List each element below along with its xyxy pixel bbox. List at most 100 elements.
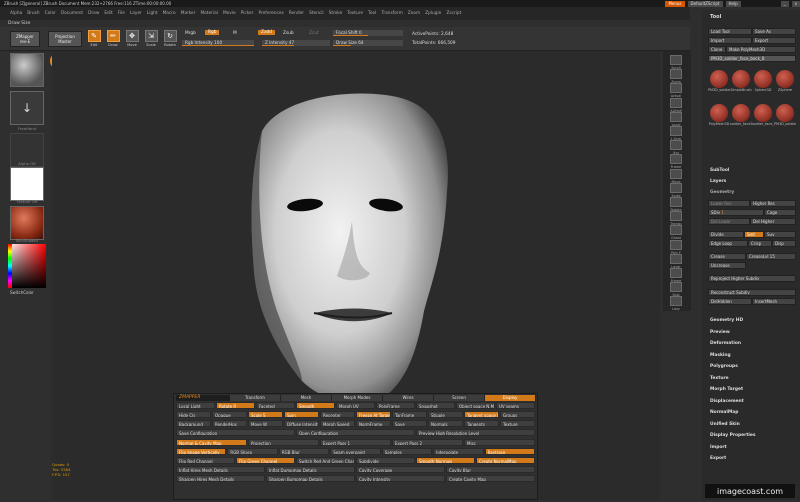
menu-material[interactable]: Material	[200, 11, 217, 16]
tool-thumb[interactable]: ZSphere	[774, 70, 796, 92]
zmapper-row7-item[interactable]: Inflat Hires Mesh Details	[176, 466, 265, 473]
zmapper-row5-item[interactable]: Flip Image Vertically	[176, 448, 227, 455]
zmapper-row1-item[interactable]: Morph UV	[336, 402, 375, 409]
zmapper-row1-item[interactable]: Object space N.Map	[456, 402, 495, 409]
menu-preferences[interactable]: Preferences	[258, 11, 283, 16]
tool-section-preview[interactable]: Preview	[710, 330, 730, 335]
menu-picker[interactable]: Picker	[241, 11, 254, 16]
tool-thumb[interactable]: PolyMesh3D	[708, 104, 730, 126]
menu-macro[interactable]: Macro	[163, 11, 176, 16]
zmapper-row3-item[interactable]: Texture	[500, 420, 535, 427]
rgb-intensity-slider[interactable]: Rgb Intensity 100	[182, 40, 254, 46]
rgb-button[interactable]: Rgb	[205, 30, 220, 35]
tool-thumb[interactable]: PM3D_soldier_fac	[708, 70, 730, 92]
tool-thumb[interactable]: Sphere3D	[752, 70, 774, 92]
tool-section-morph-target[interactable]: Morph Target	[710, 387, 743, 392]
zmapper-tab[interactable]: Transform	[230, 395, 281, 401]
zmapper-row3-item[interactable]: Diffuse Intensity	[284, 420, 319, 427]
zadd-button[interactable]: Zadd	[258, 30, 276, 35]
divide-button[interactable]: Divide	[708, 231, 744, 238]
zmapper-row2-item[interactable]: Hide Cls	[176, 411, 211, 418]
menus-button[interactable]: Menus	[665, 0, 685, 7]
zmapper-row1-item[interactable]: Smooth	[296, 402, 335, 409]
zmapper-row3-item[interactable]: Normals	[428, 420, 463, 427]
zmapper-row1-item[interactable]: Rotate R	[216, 402, 255, 409]
zmapper-row8-item[interactable]: Sharpen Bumpmap Details	[266, 475, 355, 482]
zmapper-row2-item[interactable]: Recenter	[320, 411, 355, 418]
higher-res-button[interactable]: Higher Res	[750, 200, 796, 207]
zmapper-row2-item[interactable]: Stipple	[428, 411, 463, 418]
zmapper-row4-item[interactable]: Open Configuration	[296, 429, 415, 436]
zmapper-row4-item[interactable]: Save Configuration	[176, 429, 295, 436]
zmapper-row1-item[interactable]: PolyFrame	[376, 402, 415, 409]
tool-section-normalmap[interactable]: NormalMap	[710, 410, 738, 415]
menu-movie[interactable]: Movie	[223, 11, 236, 16]
zmapper-row1-item[interactable]: UV seams	[496, 402, 535, 409]
zmapper-row6-item[interactable]: Flip Green Channel	[236, 457, 295, 464]
zmapper-row2-item[interactable]: Tangent space N.Map	[464, 411, 499, 418]
menu-file[interactable]: File	[118, 11, 125, 16]
crisp-toggle[interactable]: Crisp	[748, 240, 772, 247]
zmapper-row1-item[interactable]: Local Light	[176, 402, 215, 409]
move-mode-button[interactable]: ✥ Move	[124, 30, 140, 50]
rotate-mode-button[interactable]: ↻ Rotate	[162, 30, 178, 50]
zmapper-row6-item[interactable]: Flip Red Channel	[176, 457, 235, 464]
zmapper-tab[interactable]: Wires	[383, 395, 434, 401]
zmapper-row5-item[interactable]: RGB Blur	[278, 448, 330, 455]
edge-loop-button[interactable]: Edge Loop	[708, 240, 748, 247]
edit-mode-button[interactable]: ✎ Edit	[86, 30, 102, 50]
zmapper-row7-item[interactable]: Inflat Dumpmap Details	[266, 466, 355, 473]
geometry-section[interactable]: Geometry	[710, 190, 734, 195]
zmapper-row2-item[interactable]: Opaque	[212, 411, 247, 418]
suv-toggle[interactable]: Suv	[764, 231, 796, 238]
menu-zoom[interactable]: Zoom	[408, 11, 420, 16]
zmapper-row6-item[interactable]: Subdivide	[356, 457, 415, 464]
zmapper-row6-item[interactable]: Switch Red And Green Channels	[296, 457, 355, 464]
zmapper-row2-item[interactable]: Groups	[500, 411, 535, 418]
tool-section-export[interactable]: Export	[710, 456, 726, 461]
load-tool-button[interactable]: Load Tool	[708, 28, 752, 35]
zmapper-button[interactable]: ZMapper rev-E	[10, 31, 40, 47]
subtool-section[interactable]: SubTool	[710, 168, 729, 173]
hue-strip[interactable]	[8, 244, 12, 288]
zmapper-row7-item[interactable]: Cavity Blur	[446, 466, 535, 473]
zmapper-row3-item[interactable]: Save	[392, 420, 427, 427]
menu-zplugin[interactable]: Zplugin	[425, 11, 441, 16]
menu-draw[interactable]: Draw	[88, 11, 99, 16]
zmapper-tabs2-item[interactable]: Expert Pass 1	[320, 439, 391, 446]
menu-brush[interactable]: Brush	[27, 11, 39, 16]
reproject-button[interactable]: Reproject Higher Subdiv	[708, 275, 796, 282]
zmapper-tabs2-item[interactable]: Projection	[248, 439, 319, 446]
texture-thumbnail[interactable]	[10, 167, 44, 201]
menu-tool[interactable]: Tool	[368, 11, 376, 16]
zmapper-row8-item[interactable]: Sharpen Hires Mesh Details	[176, 475, 265, 482]
export-button[interactable]: Export	[752, 37, 796, 44]
tool-section-masking[interactable]: Masking	[710, 353, 731, 358]
zmapper-row2-item[interactable]: Scale S	[248, 411, 283, 418]
tool-thumb[interactable]: SimpleBrush	[730, 70, 752, 92]
zmapper-row3-item[interactable]: Tangents	[464, 420, 499, 427]
menu-light[interactable]: Light	[147, 11, 158, 16]
z-intensity-slider[interactable]: Z Intensity 47	[262, 40, 330, 46]
zmapper-row1-item[interactable]: Faceted	[256, 402, 295, 409]
crease-button[interactable]: Crease	[708, 253, 746, 260]
zmapper-row8-item[interactable]: Create Cavity Map	[446, 475, 535, 482]
make-polymesh-button[interactable]: Make PolyMesh3D	[726, 46, 796, 53]
lower-res-button[interactable]: Lower Res	[708, 200, 750, 207]
zmapper-row5-item[interactable]: Seam overpaint	[330, 448, 381, 455]
zmapper-tab[interactable]: Mesh	[281, 395, 332, 401]
zcut-button[interactable]: Zcut	[309, 31, 319, 36]
tool-section-polygroups[interactable]: Polygroups	[710, 364, 738, 369]
draw-mode-button[interactable]: ✏ Draw	[105, 30, 121, 50]
minimize-button[interactable]: _	[780, 0, 789, 7]
menu-color[interactable]: Color	[45, 11, 56, 16]
projection-master-button[interactable]: Projection Master	[48, 31, 82, 47]
zmapper-row5-item[interactable]: Interpolate	[433, 448, 484, 455]
m-button[interactable]: M	[233, 31, 237, 36]
crease-level-slider[interactable]: CreaseLvl 15	[746, 253, 796, 260]
uncrease-button[interactable]: Uncrease	[708, 262, 746, 269]
reconstruct-subdiv-button[interactable]: Reconstruct Subdiv	[708, 289, 796, 296]
zmapper-tabs2-item[interactable]: Misc	[464, 439, 535, 446]
del-higher-button[interactable]: Del Higher	[750, 218, 796, 225]
clone-button[interactable]: Clone	[708, 46, 726, 53]
